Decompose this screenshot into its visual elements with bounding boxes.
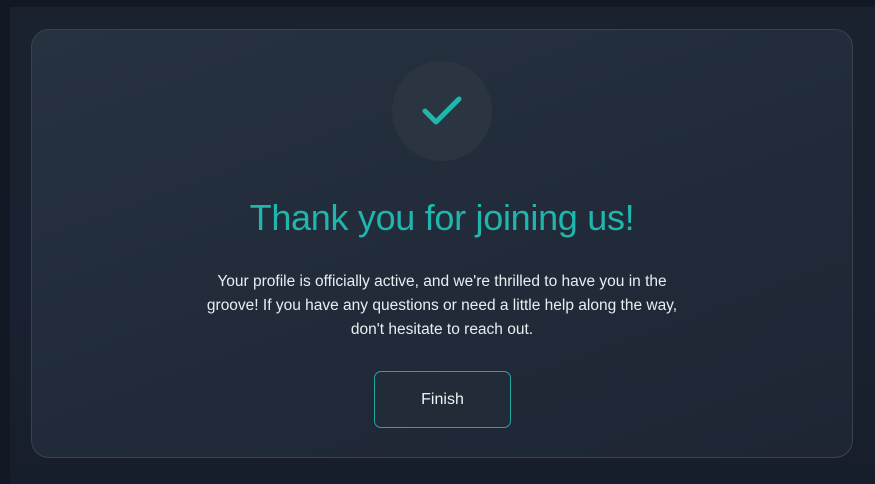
checkmark-icon xyxy=(422,96,462,125)
page-background: Thank you for joining us! Your profile i… xyxy=(0,0,875,484)
success-card: Thank you for joining us! Your profile i… xyxy=(31,29,853,458)
success-badge xyxy=(392,61,492,161)
dialog-message: Your profile is officially active, and w… xyxy=(206,273,678,338)
dialog-title: Thank you for joining us! xyxy=(249,197,635,238)
finish-button[interactable]: Finish xyxy=(374,371,511,428)
